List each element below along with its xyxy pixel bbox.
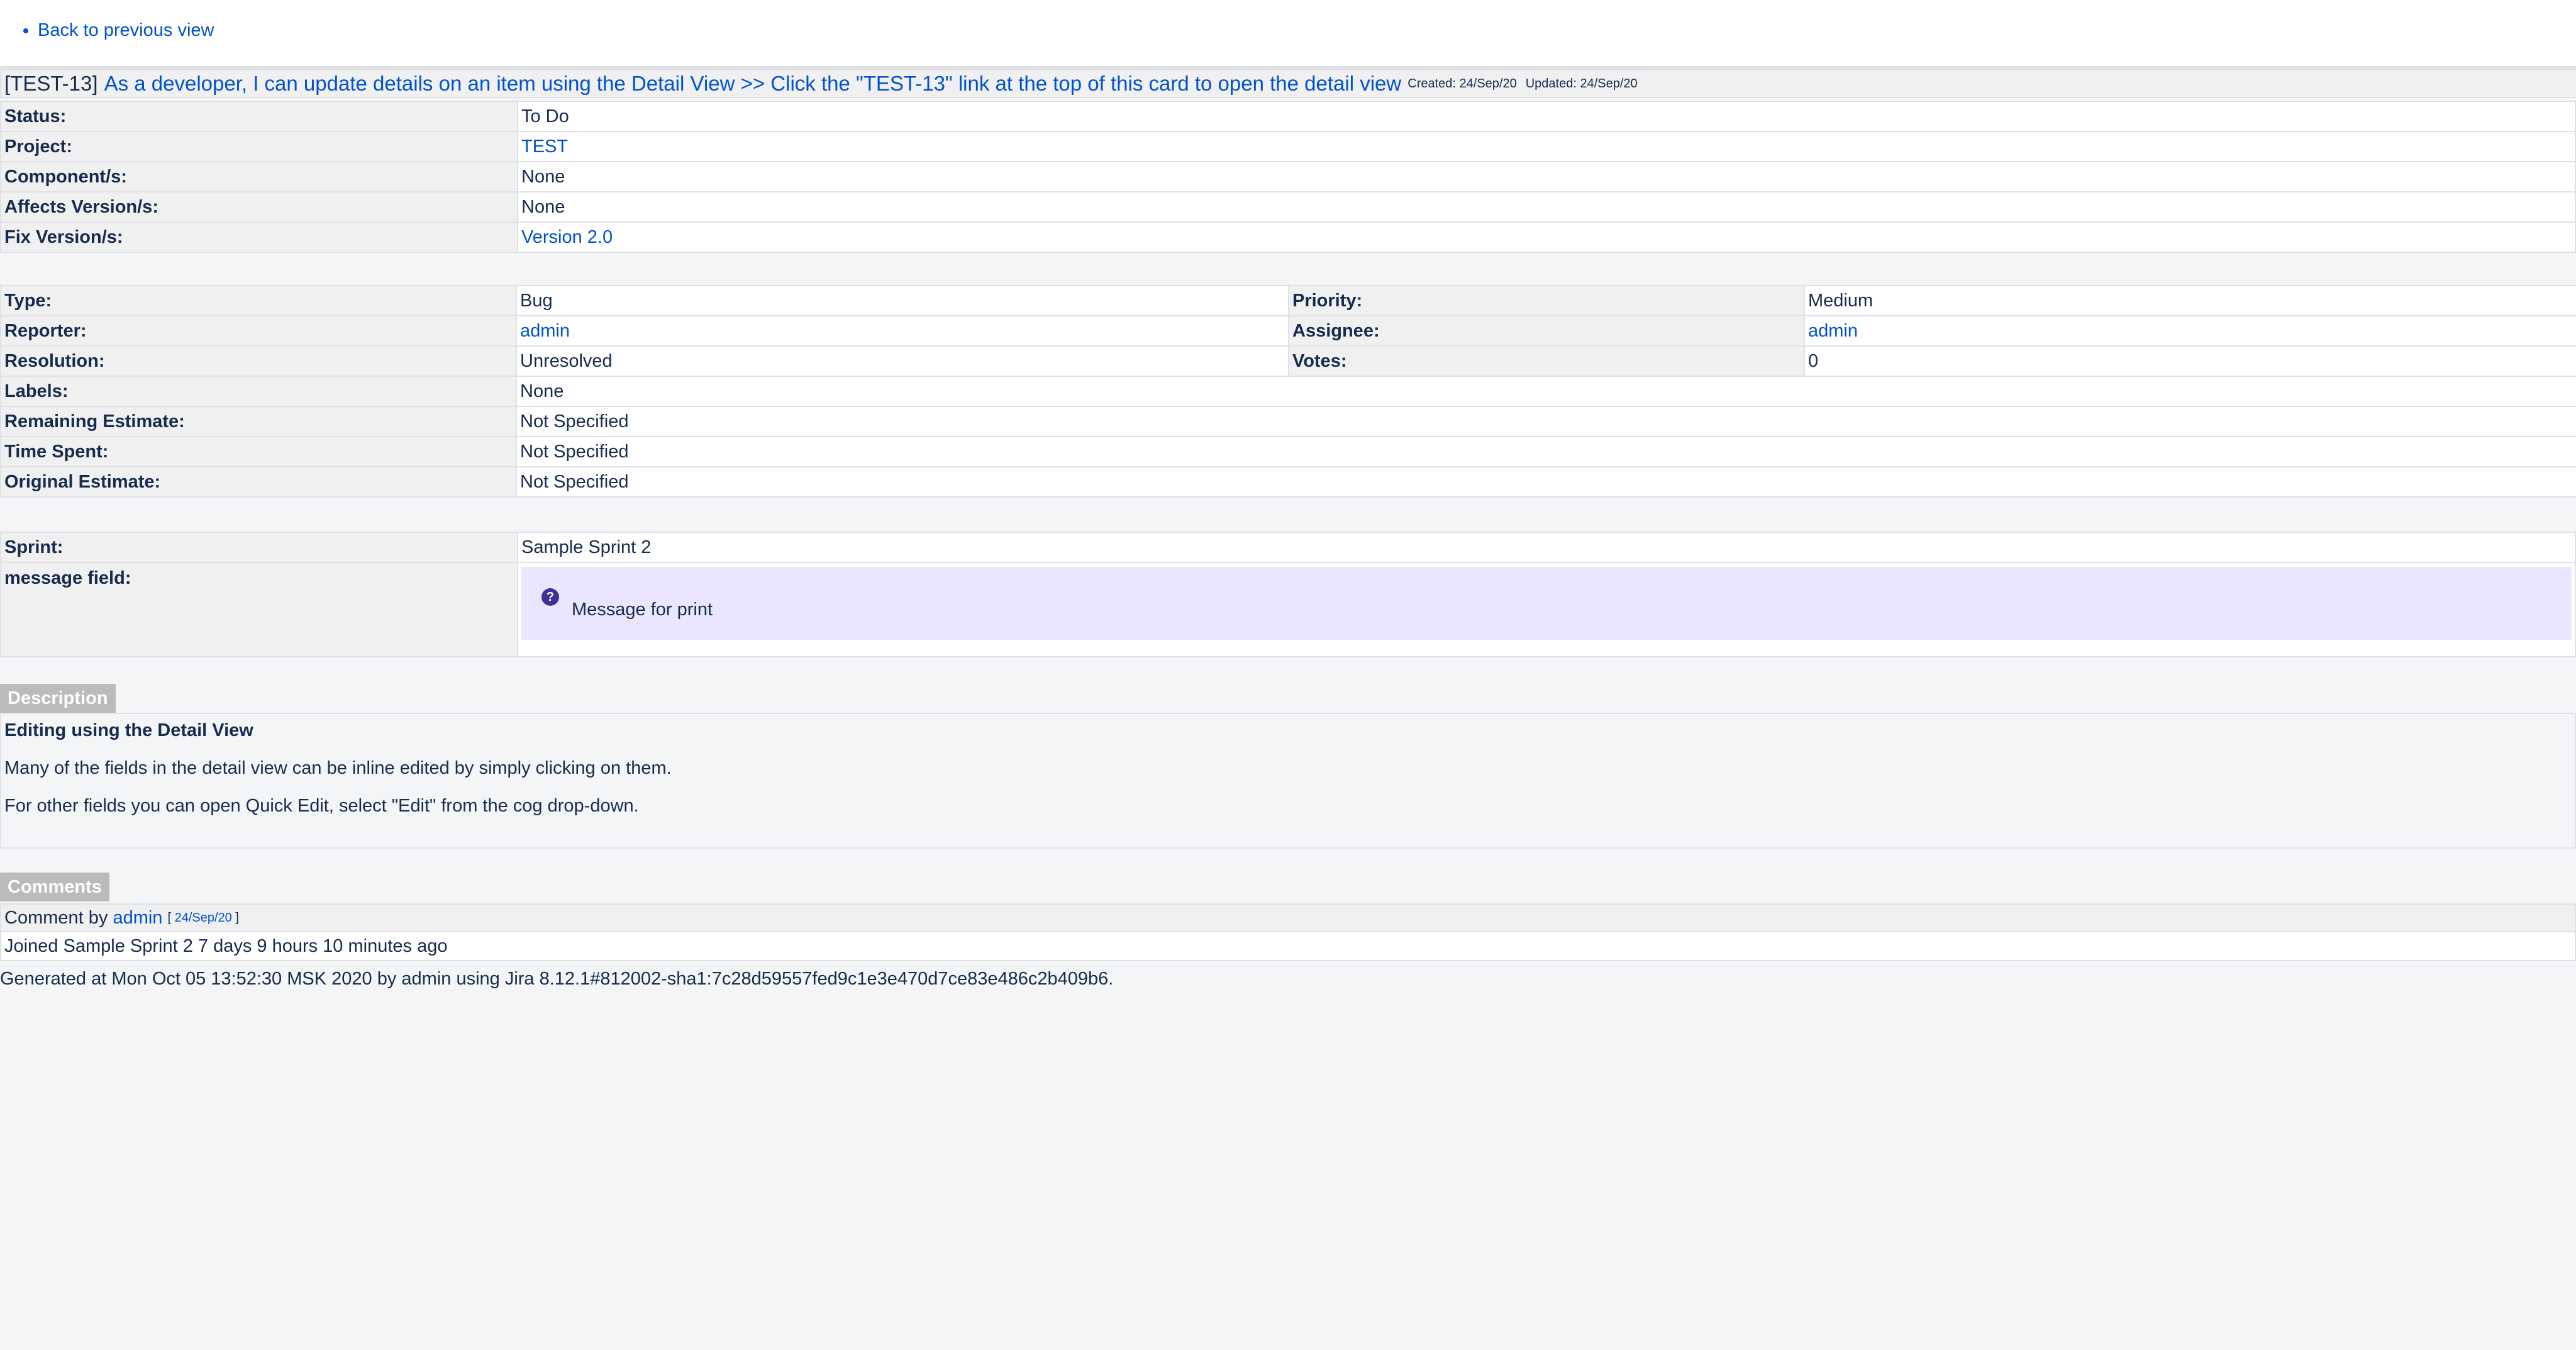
comment-date: [ 24/Sep/20 ]: [167, 911, 238, 925]
description-paragraph: Many of the fields in the detail view ca…: [4, 758, 672, 778]
field-row-components: Component/s: None: [0, 161, 2576, 192]
field-row-sprint: Sprint: Sample Sprint 2: [0, 532, 2576, 563]
resolution-label: Resolution:: [0, 345, 517, 377]
reporter-link[interactable]: admin: [520, 321, 570, 341]
message-field-label: message field:: [0, 562, 518, 657]
comment-date-close-bracket: ]: [235, 910, 239, 925]
comment-date-open-bracket: [: [167, 910, 172, 925]
field-label: Fix Version/s:: [0, 221, 518, 253]
field-row-labels: Labels: None: [0, 376, 2576, 407]
assignee-link[interactable]: admin: [1808, 321, 1858, 341]
field-label: Status:: [0, 101, 518, 132]
field-label: Affects Version/s:: [0, 191, 518, 223]
nav-list-item: Back to previous view: [38, 20, 214, 41]
field-row-message: message field: ? Message for print: [0, 562, 2576, 657]
field-row-resolution-votes: Resolution: Unresolved Votes: 0: [0, 345, 2576, 377]
components-value: None: [517, 161, 2576, 192]
back-to-previous-view-link[interactable]: Back to previous view: [38, 20, 214, 40]
description-heading: Editing using the Detail View: [4, 720, 253, 740]
field-row-status: Status: To Do: [0, 101, 2576, 132]
assignee-label: Assignee:: [1288, 315, 1805, 347]
description-paragraph: For other fields you can open Quick Edit…: [4, 796, 639, 816]
field-row-type-priority: Type: Bug Priority: Medium: [0, 285, 2576, 316]
description-panel: Editing using the Detail View Many of th…: [0, 713, 2576, 849]
priority-label: Priority:: [1288, 285, 1805, 316]
updated-date: Updated: 24/Sep/20: [1525, 76, 1638, 91]
field-row-project: Project: TEST: [0, 131, 2576, 162]
field-row-fix-version: Fix Version/s: Version 2.0: [0, 221, 2576, 253]
time-spent-value: Not Specified: [516, 436, 2576, 467]
affects-version-value: None: [517, 191, 2576, 223]
resolution-value: Unresolved: [516, 345, 1289, 377]
fields-table-details: Type: Bug Priority: Medium Reporter: adm…: [0, 285, 2576, 498]
status-value: To Do: [517, 101, 2576, 132]
field-label: Project:: [0, 131, 518, 162]
top-navigation: Back to previous view: [0, 0, 2576, 69]
labels-label: Labels:: [0, 376, 517, 407]
type-label: Type:: [0, 285, 517, 316]
priority-value: Medium: [1804, 285, 2576, 316]
sprint-value: Sample Sprint 2: [517, 532, 2576, 563]
message-panel: ? Message for print: [521, 567, 2572, 640]
fields-table-general: Status: To Do Project: TEST Component/s:…: [0, 101, 2576, 253]
issue-header: [TEST-13] As a developer, I can update d…: [0, 69, 2576, 98]
field-row-reporter-assignee: Reporter: admin Assignee: admin: [0, 315, 2576, 347]
comment-header: Comment by admin [ 24/Sep/20 ]: [0, 903, 2576, 932]
reporter-label: Reporter:: [0, 315, 517, 347]
original-estimate-value: Not Specified: [516, 466, 2576, 498]
issue-summary-link[interactable]: As a developer, I can update details on …: [104, 72, 1402, 96]
field-row-time-spent: Time Spent: Not Specified: [0, 436, 2576, 467]
labels-value: None: [516, 376, 2576, 407]
comment-author-link[interactable]: admin: [113, 908, 162, 929]
votes-value: 0: [1804, 345, 2576, 377]
time-spent-label: Time Spent:: [0, 436, 517, 467]
field-label: Component/s:: [0, 161, 518, 192]
description-section-tab: Description: [0, 684, 116, 713]
question-icon: ?: [541, 588, 559, 606]
original-estimate-label: Original Estimate:: [0, 466, 517, 498]
comment-by-label: Comment by: [4, 907, 108, 928]
field-row-affects-version: Affects Version/s: None: [0, 191, 2576, 223]
type-value: Bug: [516, 285, 1289, 316]
generated-footer: Generated at Mon Oct 05 13:52:30 MSK 202…: [0, 969, 1114, 989]
field-row-remaining-estimate: Remaining Estimate: Not Specified: [0, 406, 2576, 437]
comments-panel: Comment by admin [ 24/Sep/20 ] Joined Sa…: [0, 903, 2576, 961]
field-row-original-estimate: Original Estimate: Not Specified: [0, 466, 2576, 498]
message-text: Message for print: [572, 600, 713, 620]
votes-label: Votes:: [1288, 345, 1805, 377]
comments-section-tab: Comments: [0, 873, 109, 901]
remaining-estimate-value: Not Specified: [516, 406, 2576, 437]
sprint-label: Sprint:: [0, 532, 518, 563]
fix-version-link[interactable]: Version 2.0: [521, 227, 613, 247]
nav-list: Back to previous view: [38, 20, 214, 41]
fields-table-custom: Sprint: Sample Sprint 2 message field: ?…: [0, 532, 2576, 657]
created-date: Created: 24/Sep/20: [1407, 76, 1517, 91]
remaining-estimate-label: Remaining Estimate:: [0, 406, 517, 437]
comment-body: Joined Sample Sprint 2 7 days 9 hours 10…: [0, 932, 2576, 961]
comment-date-value: 24/Sep/20: [174, 910, 232, 925]
issue-key: [TEST-13]: [4, 72, 98, 95]
project-link[interactable]: TEST: [521, 137, 568, 157]
